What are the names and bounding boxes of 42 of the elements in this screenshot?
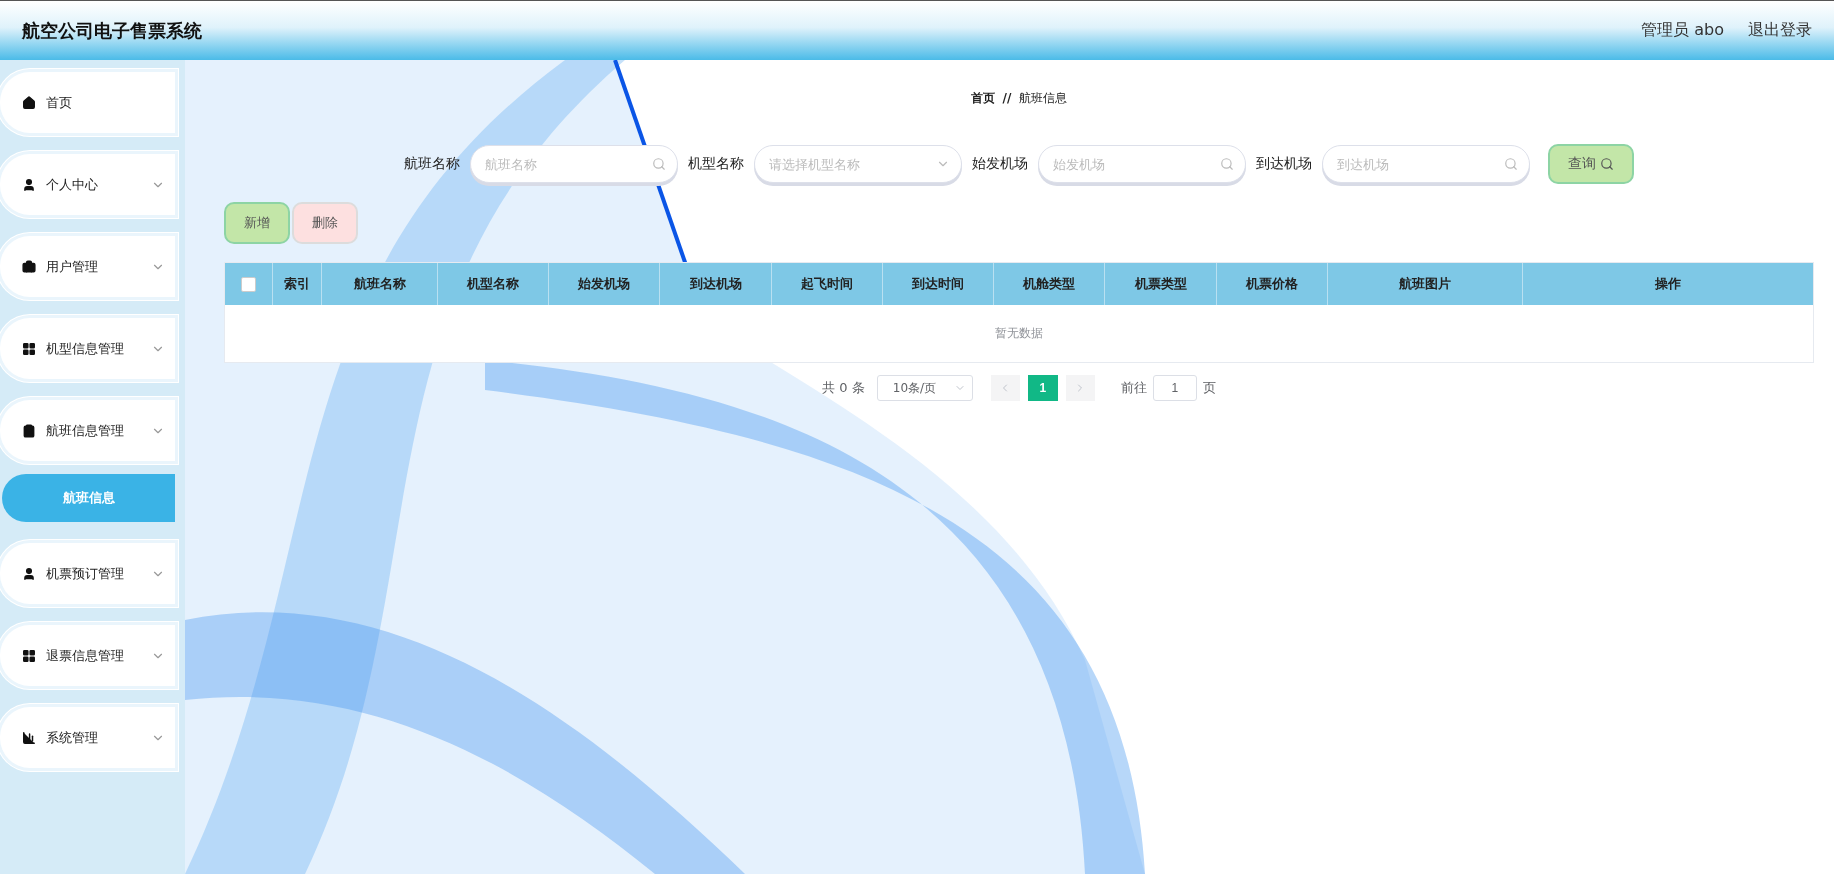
select-field[interactable]: 请选择机型名称 (754, 145, 962, 183)
column-header: 机票类型 (1105, 263, 1217, 305)
column-header: 始发机场 (549, 263, 660, 305)
goto-label: 前往 (1120, 379, 1147, 397)
select-all-checkbox[interactable] (241, 276, 256, 292)
column-header: 航班图片 (1328, 263, 1523, 305)
breadcrumb-item[interactable]: 首页 (970, 89, 995, 107)
column-header: 起飞时间 (772, 263, 883, 305)
field-label: 机型名称 (688, 155, 744, 173)
add-button[interactable]: 新增 (224, 202, 290, 244)
search-field[interactable]: 航班名称 (470, 145, 678, 183)
delete-button[interactable]: 删除 (292, 202, 358, 244)
search-icon (1600, 157, 1614, 171)
column-header: 索引 (273, 263, 322, 305)
breadcrumb-separator: // (1002, 91, 1012, 105)
app-title: 航空公司电子售票系统 (22, 18, 202, 43)
search-field[interactable]: 到达机场 (1322, 145, 1530, 183)
logout-link[interactable]: 退出登录 (1748, 20, 1812, 41)
user-label: 管理员 abo (1641, 20, 1724, 41)
page-suffix: 页 (1202, 379, 1216, 397)
next-page-button[interactable] (1065, 375, 1095, 401)
search-icon (1220, 157, 1234, 171)
empty-message: 暂无数据 (994, 325, 1044, 342)
field-label: 到达机场 (1256, 155, 1312, 173)
query-button[interactable]: 查询 (1548, 144, 1634, 184)
column-header: 到达时间 (883, 263, 994, 305)
page-input[interactable]: 1 (1152, 375, 1197, 401)
column-header: 机舱类型 (994, 263, 1105, 305)
column-header: 机票价格 (1217, 263, 1328, 305)
column-header: 航班名称 (322, 263, 438, 305)
page-size-select[interactable]: 10条/页 (876, 375, 973, 401)
search-icon (1504, 157, 1518, 171)
column-header: 机型名称 (438, 263, 549, 305)
prev-page-button[interactable] (990, 375, 1020, 401)
total-count: 共 0 条 (822, 379, 865, 397)
field-label: 航班名称 (404, 155, 460, 173)
field-label: 始发机场 (972, 155, 1028, 173)
column-header: 操作 (1654, 275, 1682, 293)
search-icon (652, 157, 666, 171)
column-header: 到达机场 (660, 263, 772, 305)
search-field[interactable]: 始发机场 (1038, 145, 1246, 183)
breadcrumb-item: 航班信息 (1019, 89, 1068, 107)
